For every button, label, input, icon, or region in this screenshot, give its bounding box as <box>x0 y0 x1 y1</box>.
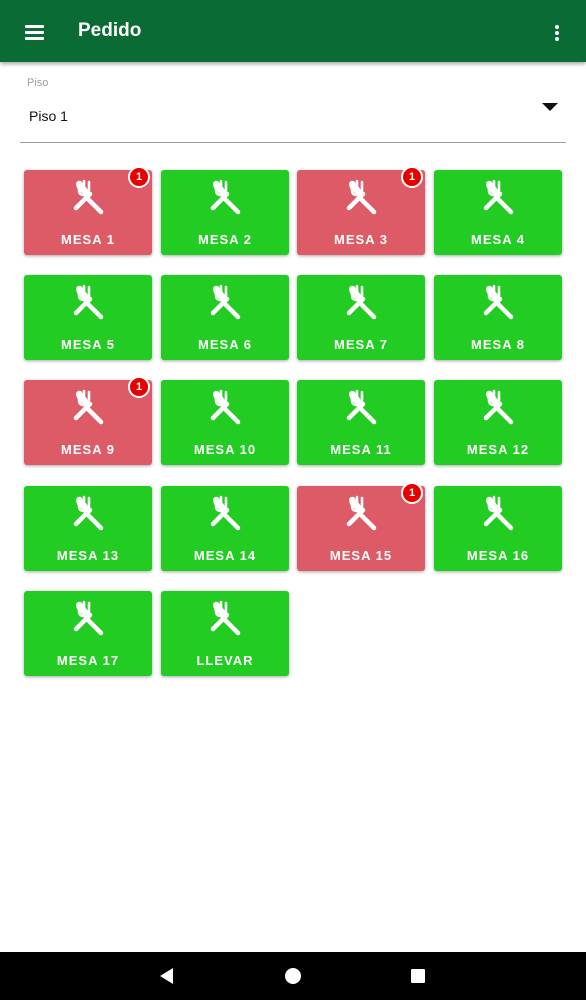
fork-knife-icon <box>205 493 245 533</box>
fork-knife-icon <box>205 387 245 427</box>
table-tile[interactable]: MESA 7 <box>297 275 425 360</box>
fork-knife-icon <box>68 387 108 427</box>
fork-knife-icon <box>68 282 108 322</box>
table-tile[interactable]: MESA 15 1 <box>297 482 425 571</box>
table-tile-label: MESA 12 <box>466 442 530 457</box>
table-tile[interactable]: MESA 3 1 <box>297 166 425 255</box>
order-count-badge: 1 <box>401 166 423 188</box>
fork-knife-icon <box>341 177 381 217</box>
floor-select-value: Piso 1 <box>29 108 68 124</box>
table-tile[interactable]: MESA 13 <box>24 486 152 571</box>
table-tile[interactable]: MESA 6 <box>161 275 289 360</box>
fork-knife-icon <box>205 598 245 638</box>
table-tile-label: MESA 2 <box>198 232 252 247</box>
more-vert-icon[interactable] <box>544 18 570 46</box>
table-tile-label: MESA 1 <box>61 232 115 247</box>
table-tile-label: MESA 10 <box>193 442 257 457</box>
fork-knife-icon <box>341 387 381 427</box>
floor-select-label: Piso <box>27 77 49 89</box>
table-tile[interactable]: MESA 4 <box>434 170 562 255</box>
home-circle-icon[interactable] <box>285 968 301 984</box>
fork-knife-icon <box>205 177 245 217</box>
fork-knife-icon <box>478 493 518 533</box>
table-tile-label: MESA 9 <box>61 442 115 457</box>
table-tile-label: MESA 7 <box>334 337 388 352</box>
fork-knife-icon <box>478 282 518 322</box>
fork-knife-icon <box>478 387 518 427</box>
table-tile[interactable]: MESA 14 <box>161 486 289 571</box>
table-tile-label: MESA 4 <box>471 232 525 247</box>
hamburger-menu-icon[interactable] <box>20 17 50 47</box>
table-tile-label: MESA 16 <box>466 548 530 563</box>
table-tile[interactable]: MESA 12 <box>434 380 562 465</box>
table-tile[interactable]: MESA 11 <box>297 380 425 465</box>
table-tile-label: MESA 15 <box>329 548 393 563</box>
table-tile[interactable]: MESA 5 <box>24 275 152 360</box>
table-tile-label: MESA 6 <box>198 337 252 352</box>
table-tile-label: MESA 11 <box>330 442 392 457</box>
fork-knife-icon <box>68 598 108 638</box>
table-tile-label: LLEVAR <box>196 653 254 668</box>
table-tile-label: MESA 8 <box>471 337 525 352</box>
fork-knife-icon <box>478 177 518 217</box>
table-tile[interactable]: MESA 1 1 <box>24 166 152 255</box>
floor-select[interactable]: Piso Piso 1 <box>20 72 566 143</box>
back-triangle-icon[interactable] <box>160 968 173 984</box>
order-count-badge: 1 <box>401 482 423 504</box>
table-tile[interactable]: MESA 17 <box>24 591 152 676</box>
table-tile-label: MESA 3 <box>334 232 388 247</box>
table-tile[interactable]: MESA 8 <box>434 275 562 360</box>
table-tile-label: MESA 13 <box>56 548 120 563</box>
table-tile[interactable]: MESA 10 <box>161 380 289 465</box>
table-tile-label: MESA 17 <box>56 653 120 668</box>
table-tile[interactable]: MESA 9 1 <box>24 376 152 465</box>
system-nav-bar <box>0 952 586 1000</box>
fork-knife-icon <box>341 493 381 533</box>
order-count-badge: 1 <box>128 376 150 398</box>
fork-knife-icon <box>68 493 108 533</box>
table-tile[interactable]: MESA 2 <box>161 170 289 255</box>
fork-knife-icon <box>341 282 381 322</box>
order-count-badge: 1 <box>128 166 150 188</box>
app-bar: Pedido <box>0 0 586 62</box>
page-title: Pedido <box>78 20 142 41</box>
table-tile-label: MESA 5 <box>61 337 115 352</box>
table-tile[interactable]: LLEVAR <box>161 591 289 676</box>
recents-square-icon[interactable] <box>411 969 425 983</box>
fork-knife-icon <box>68 177 108 217</box>
table-tile-label: MESA 14 <box>193 548 257 563</box>
fork-knife-icon <box>205 282 245 322</box>
dropdown-arrow-icon <box>542 103 558 111</box>
table-tile[interactable]: MESA 16 <box>434 486 562 571</box>
